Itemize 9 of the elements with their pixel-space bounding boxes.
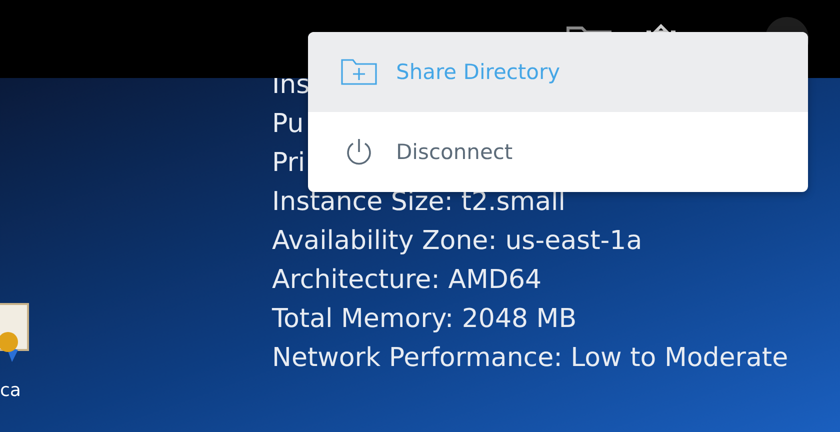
info-line: Pri <box>272 147 306 180</box>
folder-plus-icon <box>340 58 378 86</box>
info-line: Availability Zone: us-east-1a <box>272 225 642 258</box>
info-line: Architecture: AMD64 <box>272 264 542 297</box>
info-line: Pu <box>272 108 304 141</box>
desktop-icon-label[interactable]: ca <box>0 380 21 401</box>
info-line: Network Performance: Low to Moderate <box>272 342 788 375</box>
info-line: Total Memory: 2048 MB <box>272 303 577 336</box>
certificate-icon[interactable] <box>0 302 30 364</box>
